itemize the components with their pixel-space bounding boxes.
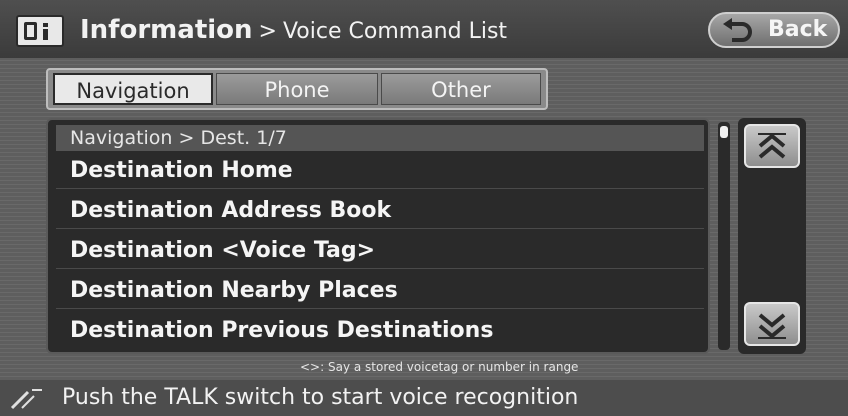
chevron-double-up-icon <box>758 133 786 159</box>
back-arrow-icon <box>723 18 752 42</box>
back-button[interactable]: Back <box>708 12 840 48</box>
screen: Information > Voice Command List Back Navi… <box>0 0 848 416</box>
page-title: Information > Voice Command List <box>80 13 507 47</box>
chevron-double-down-icon <box>758 313 786 339</box>
voicetag-footnote: <>: Say a stored voicetag or number in r… <box>300 360 579 374</box>
list-item[interactable]: Destination <Voice Tag> <box>56 233 704 269</box>
back-label: Back <box>768 17 828 42</box>
list-item[interactable]: Destination Home <box>56 153 704 189</box>
status-bar: Push the TALK switch to start voice reco… <box>0 380 848 416</box>
tab-bar: Navigation Phone Other <box>46 68 548 110</box>
tab-other[interactable]: Other <box>381 73 541 105</box>
talk-switch-icon <box>10 389 42 410</box>
tab-navigation[interactable]: Navigation <box>53 73 213 105</box>
list-item[interactable]: Destination Previous Destinations <box>56 313 704 349</box>
tab-phone[interactable]: Phone <box>216 73 378 105</box>
title-main: Information <box>80 15 253 45</box>
command-list: Navigation > Dest. 1/7 Destination Home … <box>46 118 710 354</box>
info-book-icon <box>16 15 64 47</box>
scroll-up-button[interactable] <box>744 124 800 168</box>
list-item[interactable]: Destination Address Book <box>56 193 704 229</box>
status-message: Push the TALK switch to start voice reco… <box>62 385 579 410</box>
scroll-thumb[interactable] <box>720 126 728 138</box>
title-separator: > <box>258 19 277 44</box>
scrollbar[interactable] <box>718 122 730 350</box>
title-sub: Voice Command List <box>282 19 508 44</box>
scroll-down-button[interactable] <box>744 302 800 346</box>
scroll-button-column <box>738 118 806 354</box>
list-item[interactable]: Destination Nearby Places <box>56 273 704 309</box>
header-bar: Information > Voice Command List Back <box>0 0 848 58</box>
list-header: Navigation > Dest. 1/7 <box>56 125 704 151</box>
